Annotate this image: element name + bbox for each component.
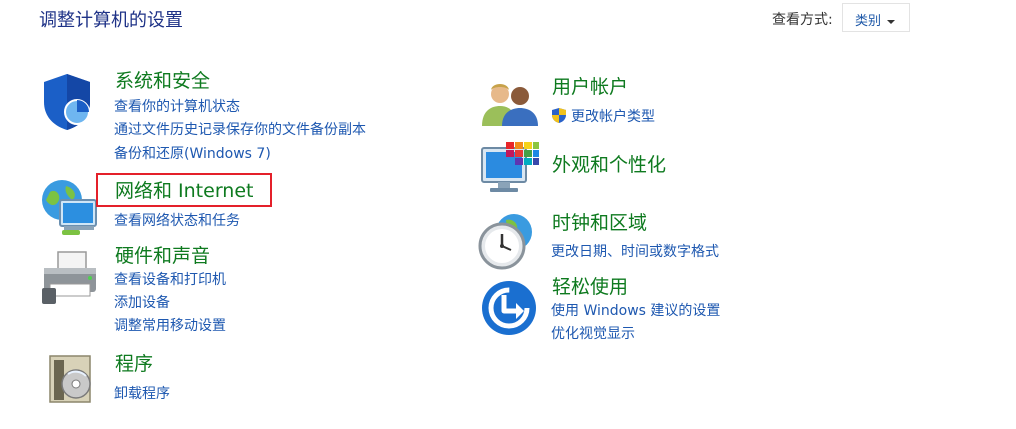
link-file-history-backup[interactable]: 通过文件历史记录保存你的文件备份副本 (114, 121, 366, 139)
link-add-device[interactable]: 添加设备 (114, 294, 170, 312)
link-mobility-settings[interactable]: 调整常用移动设置 (114, 317, 226, 335)
view-by-value: 类别 (855, 14, 882, 29)
view-by-dropdown[interactable]: 类别 (842, 3, 910, 32)
link-change-date-time-format[interactable]: 更改日期、时间或数字格式 (551, 243, 719, 261)
view-by-label: 查看方式: (772, 12, 833, 28)
clock-globe-icon (478, 214, 532, 270)
shield-icon (44, 74, 90, 130)
highlight-box (96, 173, 272, 207)
users-icon (482, 84, 538, 126)
programs-disc-icon (49, 355, 91, 403)
link-label: 更改帐户类型 (571, 109, 655, 125)
link-devices-printers[interactable]: 查看设备和打印机 (114, 271, 226, 289)
page-title: 调整计算机的设置 (39, 10, 183, 31)
link-uninstall-program[interactable]: 卸载程序 (114, 385, 170, 403)
category-title-appearance[interactable]: 外观和个性化 (552, 154, 666, 176)
uac-shield-icon (552, 108, 566, 123)
ease-of-access-icon (482, 281, 536, 335)
category-title-programs[interactable]: 程序 (115, 353, 153, 375)
network-globe-icon (42, 180, 97, 235)
category-title-user-accounts[interactable]: 用户帐户 (552, 76, 628, 98)
category-title-hardware-sound[interactable]: 硬件和声音 (115, 245, 210, 267)
category-title-system-security[interactable]: 系统和安全 (115, 70, 210, 92)
category-title-clock-region[interactable]: 时钟和区域 (552, 212, 647, 234)
link-view-computer-status[interactable]: 查看你的计算机状态 (114, 98, 240, 116)
chevron-down-icon (887, 19, 896, 24)
category-title-ease-of-access[interactable]: 轻松使用 (552, 276, 628, 298)
link-change-account-type[interactable]: 更改帐户类型 (551, 107, 655, 126)
link-windows-recommended-settings[interactable]: 使用 Windows 建议的设置 (551, 302, 720, 320)
monitor-colors-icon (481, 142, 539, 192)
link-view-network-status[interactable]: 查看网络状态和任务 (114, 212, 240, 230)
printer-icon (42, 251, 96, 304)
link-backup-restore[interactable]: 备份和还原(Windows 7) (114, 145, 271, 163)
link-optimize-visual-display[interactable]: 优化视觉显示 (551, 325, 635, 343)
